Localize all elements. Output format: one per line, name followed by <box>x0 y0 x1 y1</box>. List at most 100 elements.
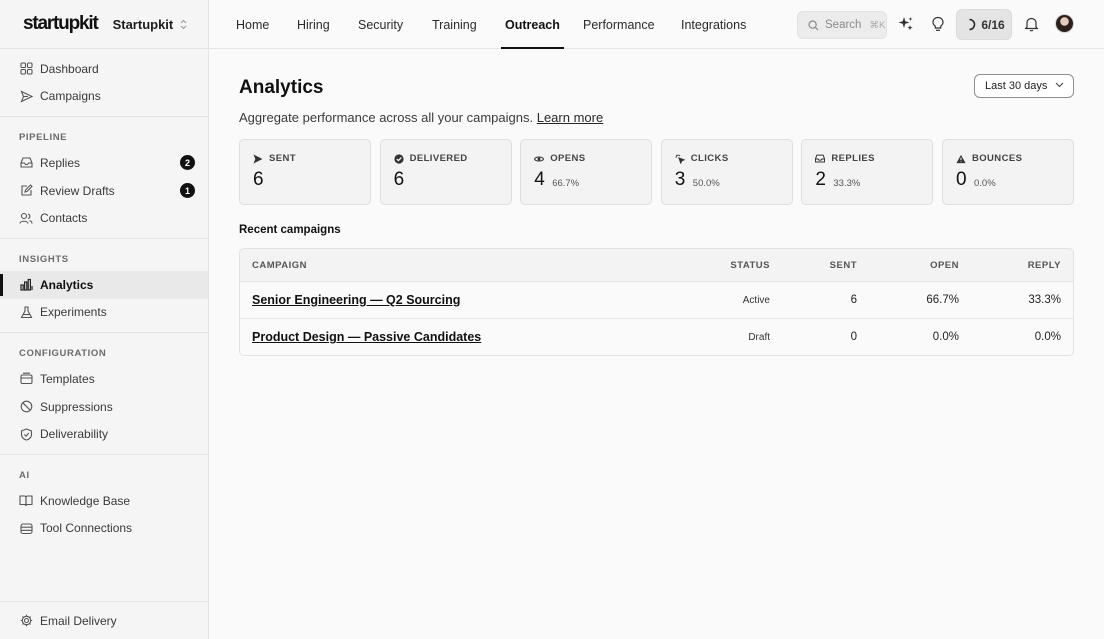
chevron-down-icon <box>1055 81 1064 90</box>
campaign-sent: 0 <box>850 331 857 343</box>
progress-indicator[interactable]: 6/16 <box>956 9 1012 40</box>
sidebar-footer: Email Delivery <box>0 601 208 639</box>
metric-label-text: BOUNCES <box>972 153 1023 164</box>
top-navigation: Home Hiring Security Training Outreach P… <box>209 0 1104 49</box>
lightbulb-icon[interactable] <box>928 14 948 34</box>
tab-home[interactable]: Home <box>236 0 269 49</box>
group-title-insights: INSIGHTS <box>19 253 69 265</box>
metric-percent: 33.3% <box>833 178 861 189</box>
group-title-configuration: CONFIGURATION <box>19 348 107 360</box>
column-header-open[interactable]: OPEN <box>930 260 959 271</box>
nav-group-configuration: CONFIGURATION Templates Suppressions Del… <box>0 333 208 455</box>
send-icon <box>253 154 263 164</box>
metric-value: 3 <box>674 169 686 190</box>
nav-group-ai: AI Knowledge Base Tool Connections <box>0 455 208 548</box>
tab-security[interactable]: Security <box>358 0 403 49</box>
send-icon <box>19 89 33 103</box>
users-icon <box>19 211 33 225</box>
startupkit-logo[interactable]: startupkit <box>23 13 99 35</box>
column-header-reply[interactable]: REPLY <box>1028 260 1061 271</box>
tab-training[interactable]: Training <box>432 0 477 49</box>
sidebar-item-label: Replies <box>40 155 81 170</box>
chevron-updown-icon[interactable] <box>180 19 187 30</box>
sidebar-item-experiments[interactable]: Experiments <box>0 299 208 327</box>
learn-more-link[interactable]: Learn more <box>537 110 603 125</box>
sidebar-item-label: Deliverability <box>40 427 109 442</box>
campaign-name-link[interactable]: Senior Engineering — Q2 Sourcing <box>252 293 460 307</box>
metric-percent: 66.7% <box>552 178 580 189</box>
campaign-open-rate: 0.0% <box>932 331 959 343</box>
search-placeholder: Search <box>825 19 862 31</box>
table-row[interactable]: Senior Engineering — Q2 Sourcing Active … <box>240 282 1073 319</box>
flask-icon <box>19 305 33 319</box>
metric-label: CLICKS <box>675 153 729 164</box>
sidebar-item-replies[interactable]: Replies 2 <box>0 149 208 177</box>
sidebar-item-tool-connections[interactable]: Tool Connections <box>0 515 208 543</box>
metric-label: OPENS <box>534 153 585 164</box>
sidebar-item-deliverability[interactable]: Deliverability <box>0 420 208 448</box>
sidebar-item-dashboard[interactable]: Dashboard <box>0 55 208 83</box>
metric-label: BOUNCES <box>956 153 1022 164</box>
sidebar-item-review-drafts[interactable]: Review Drafts 1 <box>0 177 208 205</box>
brand-header: startupkit Startupkit <box>0 0 208 49</box>
metric-label: REPLIES <box>815 153 874 164</box>
replies-count-badge: 2 <box>180 155 195 171</box>
campaign-reply-rate: 33.3% <box>1028 294 1061 306</box>
sidebar-item-knowledge-base[interactable]: Knowledge Base <box>0 487 208 515</box>
date-range-value: Last 30 days <box>985 80 1048 92</box>
campaign-status: Active <box>742 295 770 306</box>
search-input[interactable]: Search ⌘K <box>797 11 887 39</box>
sidebar-item-templates[interactable]: Templates <box>0 365 208 393</box>
tab-integrations[interactable]: Integrations <box>681 0 746 49</box>
sidebar-item-contacts[interactable]: Contacts <box>0 204 208 232</box>
tab-hiring[interactable]: Hiring <box>297 0 330 49</box>
check-circle-icon <box>393 153 404 164</box>
nav-group-insights: INSIGHTS Analytics Experiments <box>0 239 208 334</box>
sidebar-item-label: Dashboard <box>40 61 99 76</box>
metric-label-text: OPENS <box>550 153 586 164</box>
metric-value: 4 <box>534 169 545 190</box>
metric-percent: 50.0% <box>692 178 720 189</box>
metric-label: DELIVERED <box>393 153 468 164</box>
sidebar: startupkit Startupkit Dashboard Campaign… <box>0 0 209 639</box>
sidebar-item-label: Campaigns <box>40 89 101 104</box>
campaign-name-link[interactable]: Product Design — Passive Candidates <box>252 330 481 344</box>
tab-performance[interactable]: Performance <box>583 0 655 49</box>
date-range-select[interactable]: Last 30 days <box>974 74 1074 98</box>
metric-percent: 0.0% <box>974 178 996 189</box>
column-header-sent[interactable]: SENT <box>830 260 857 271</box>
org-switcher-label[interactable]: Startupkit <box>113 17 174 32</box>
user-avatar[interactable] <box>1055 14 1074 33</box>
ban-icon <box>19 400 33 414</box>
sidebar-item-label: Templates <box>40 371 95 386</box>
sidebar-item-campaigns[interactable]: Campaigns <box>0 83 208 111</box>
sparkle-icon[interactable] <box>896 14 916 34</box>
tab-outreach[interactable]: Outreach <box>501 0 564 49</box>
bell-icon[interactable] <box>1021 14 1041 34</box>
shield-check-icon <box>19 427 33 441</box>
page-subtitle: Aggregate performance across all your ca… <box>239 110 603 125</box>
spinner-icon <box>963 18 976 31</box>
book-icon <box>19 494 33 508</box>
sidebar-item-suppressions[interactable]: Suppressions <box>0 393 208 421</box>
sidebar-item-label: Analytics <box>40 277 94 292</box>
table-row[interactable]: Product Design — Passive Candidates Draf… <box>240 319 1073 355</box>
sidebar-item-analytics[interactable]: Analytics <box>0 270 208 299</box>
column-header-campaign[interactable]: CAMPAIGN <box>252 260 307 271</box>
search-icon <box>808 19 819 31</box>
sidebar-item-label: Contacts <box>40 211 88 226</box>
database-icon <box>19 521 33 535</box>
campaign-open-rate: 66.7% <box>926 294 959 306</box>
metric-value: 2 <box>815 169 826 190</box>
table-header: CAMPAIGN STATUS SENT OPEN REPLY <box>240 249 1073 282</box>
metric-value: 0 <box>956 169 967 190</box>
sidebar-item-email-delivery[interactable]: Email Delivery <box>0 607 208 635</box>
eye-icon <box>534 154 545 164</box>
column-header-status[interactable]: STATUS <box>730 260 770 271</box>
sidebar-item-label: Suppressions <box>40 399 113 414</box>
campaign-status: Draft <box>748 332 770 343</box>
sidebar-item-label: Tool Connections <box>40 521 133 536</box>
recent-campaigns-title: Recent campaigns <box>239 224 341 236</box>
metric-label-text: DELIVERED <box>409 153 468 164</box>
metric-card-opens: OPENS 4 66.7% <box>520 139 653 205</box>
